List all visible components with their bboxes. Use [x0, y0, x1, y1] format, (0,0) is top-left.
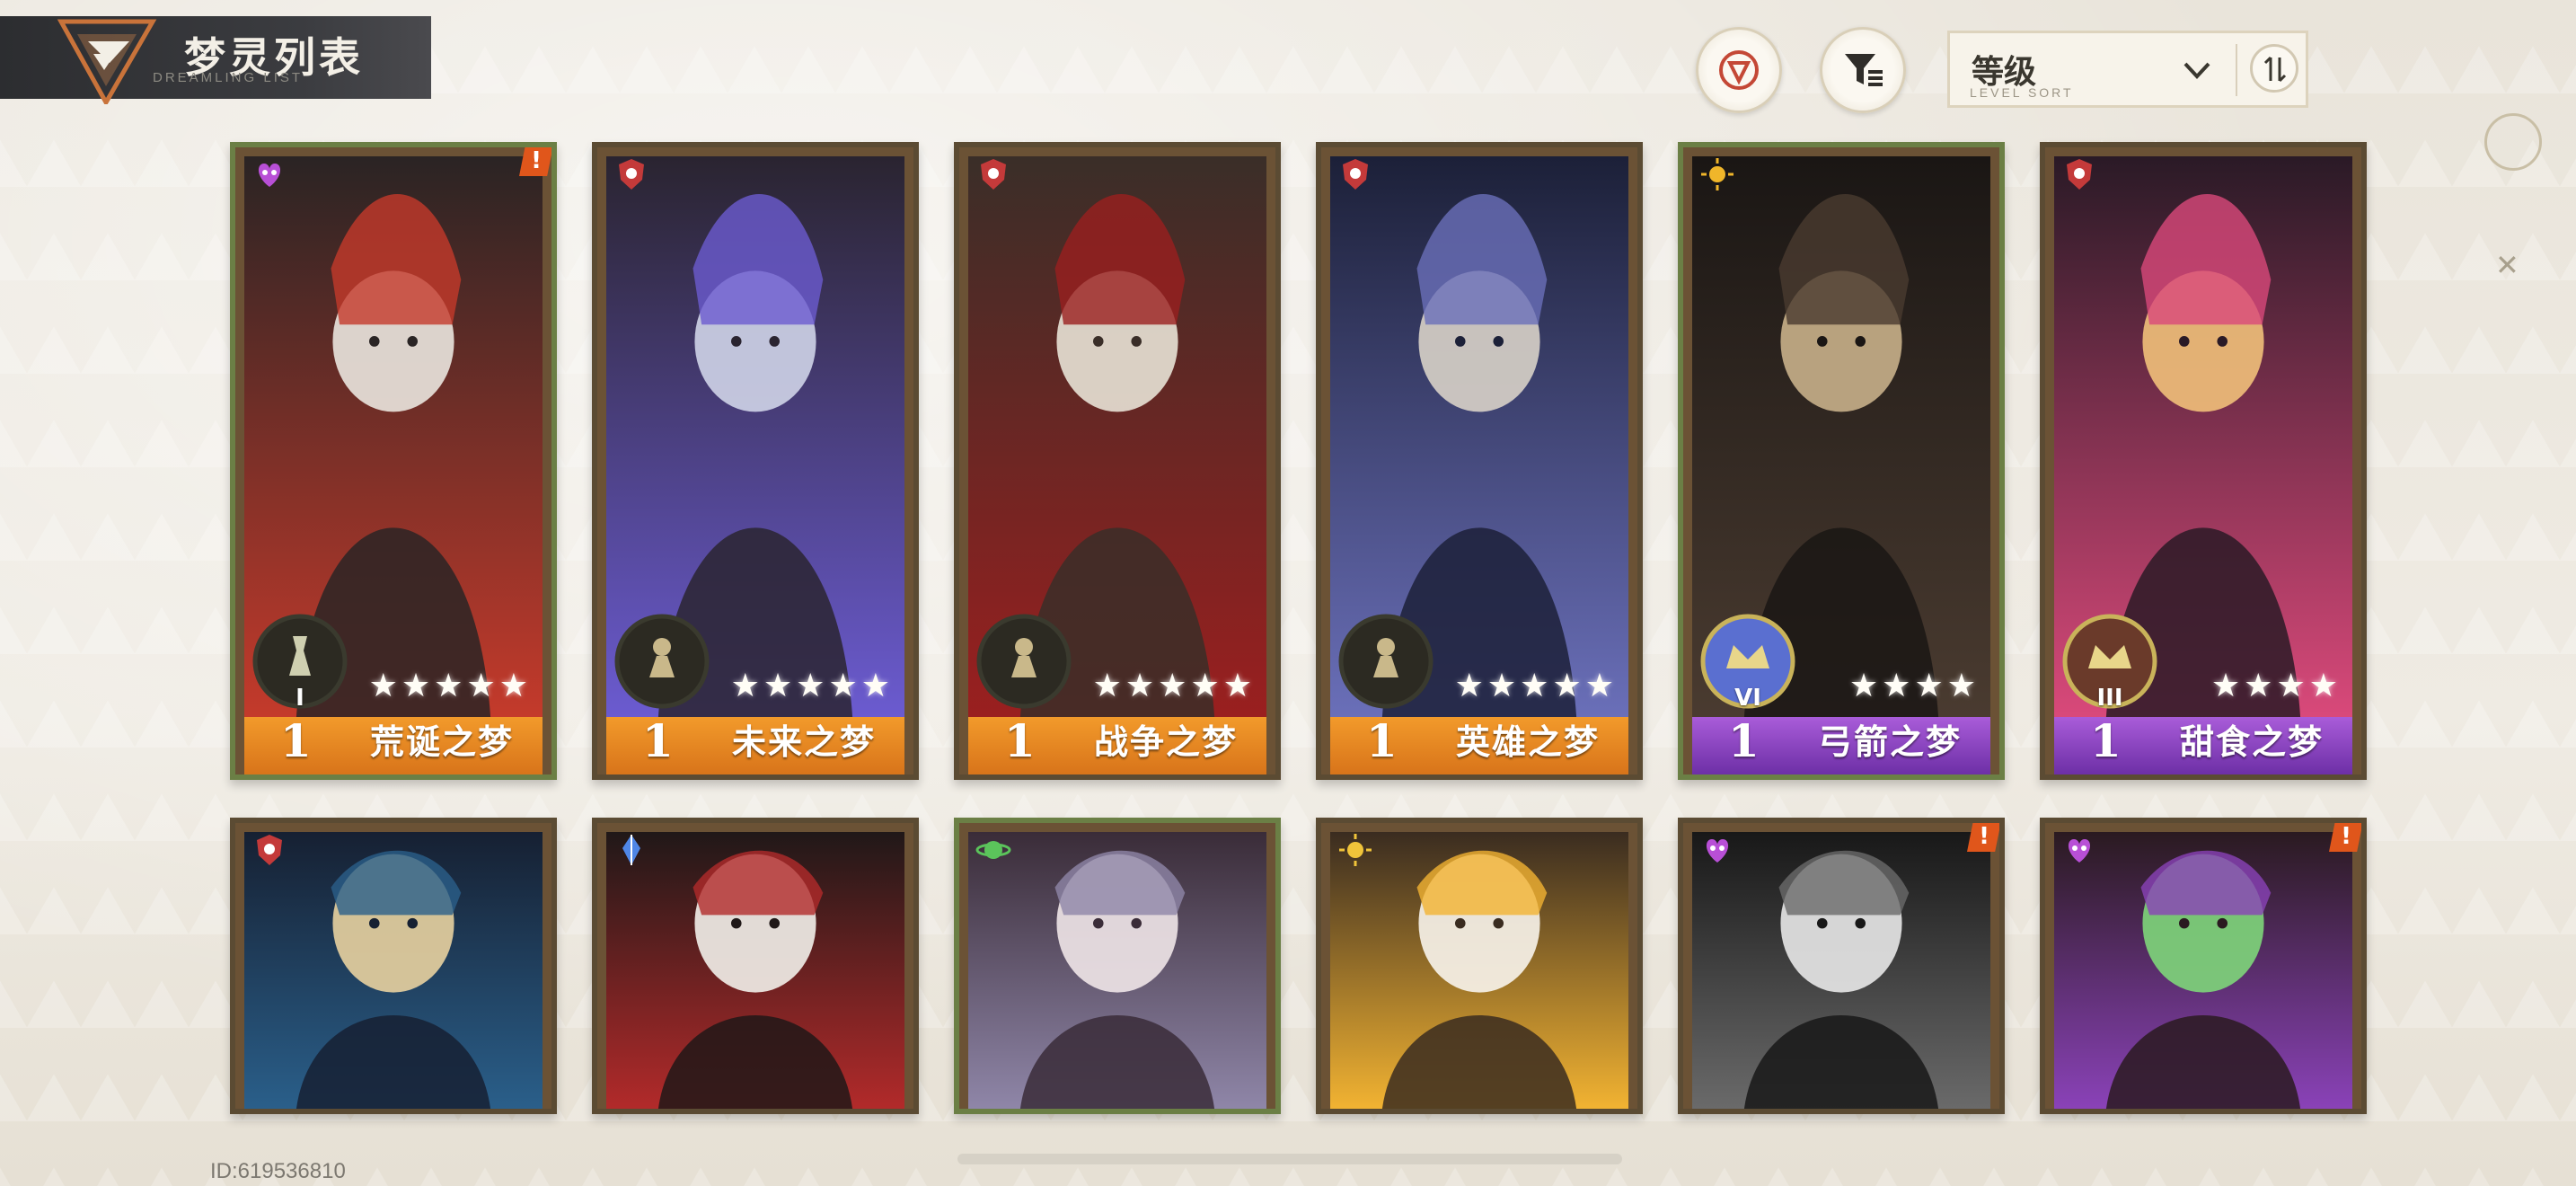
card-nameplate: 1 荒诞之梦: [244, 714, 543, 774]
character-portrait: [968, 832, 1266, 1109]
decorative-cross-icon: ✕: [2495, 248, 2519, 282]
card-art: [244, 832, 543, 1109]
rank-emblem-icon: [976, 614, 1072, 709]
card-art: [606, 832, 904, 1109]
dreamling-card[interactable]: ★★★★★ 1 战争之梦: [954, 142, 1281, 780]
star-rating: ★★★★: [1848, 668, 1980, 704]
character-portrait: [2054, 832, 2352, 1109]
star-rating: ★★★★: [2210, 668, 2342, 704]
character-portrait: [244, 832, 543, 1109]
rank-emblem: I: [251, 613, 348, 712]
star-rating: ★★★★★: [1454, 668, 1618, 704]
dreamling-card[interactable]: ! I ★★★★★ 1 荒诞之梦: [230, 142, 557, 780]
rank-numeral: I: [296, 685, 304, 712]
rank-emblem-icon: [1338, 614, 1434, 709]
dreamling-card[interactable]: [592, 818, 919, 1114]
sun-icon: [1339, 834, 1372, 866]
card-level: 1: [642, 714, 674, 767]
dreamling-card[interactable]: !: [2040, 818, 2367, 1114]
dreamling-card[interactable]: !: [1678, 818, 2005, 1114]
sort-dropdown[interactable]: 等级 LEVEL SORT: [1947, 31, 2308, 108]
dreamling-logo-icon: [57, 19, 157, 104]
card-art: [2054, 832, 2352, 1109]
rank-emblem: [975, 613, 1072, 710]
character-portrait: [1692, 832, 1990, 1109]
alert-badge: !: [1967, 823, 1999, 852]
character-portrait: [606, 832, 904, 1109]
card-name: 弓箭之梦: [1818, 721, 1963, 762]
heart-mask-icon: [258, 164, 281, 187]
dreamling-card[interactable]: ★★★★★ 1 英雄之梦: [1316, 142, 1643, 780]
page-subtitle: DREAMLING LIST: [153, 70, 304, 85]
sort-order-icon: [2263, 56, 2287, 83]
card-name: 甜食之梦: [2180, 721, 2325, 762]
star-rating: ★★★★★: [368, 668, 532, 704]
funnel-filter-button[interactable]: [1820, 27, 1906, 113]
card-name: 荒诞之梦: [370, 721, 515, 762]
planet-icon: [975, 841, 1011, 859]
faction-filter-button[interactable]: [1696, 27, 1782, 113]
user-id: ID:619536810: [210, 1159, 346, 1183]
card-level: 1: [1004, 714, 1036, 767]
alert-badge: !: [2329, 823, 2361, 852]
sort-order-button[interactable]: [2250, 44, 2298, 93]
rank-emblem: [1337, 613, 1434, 710]
alert-badge: !: [519, 147, 551, 176]
dreamling-card[interactable]: VI ★★★★ 1 弓箭之梦: [1678, 142, 2005, 780]
shield-icon: [619, 159, 644, 190]
rank-emblem: [613, 613, 710, 710]
dreamling-card[interactable]: ★★★★★ 1 未来之梦: [592, 142, 919, 780]
card-art: [968, 832, 1266, 1109]
dreamling-card[interactable]: [1316, 818, 1643, 1114]
card-nameplate: 1 弓箭之梦: [1692, 714, 1990, 774]
heart-mask-icon: [2068, 839, 2091, 863]
rank-numeral: III: [2096, 685, 2123, 712]
crystal-icon: [622, 835, 640, 865]
card-nameplate: 1 未来之梦: [606, 714, 904, 774]
character-portrait: [1330, 832, 1628, 1109]
sort-divider: [2236, 44, 2237, 96]
card-level: 1: [2090, 714, 2122, 767]
card-art: [1692, 832, 1990, 1109]
rank-emblem-icon: [614, 614, 710, 709]
card-nameplate: 1 战争之梦: [968, 714, 1266, 774]
sun-orb-icon: [1701, 158, 1734, 190]
funnel-filter-icon: [1845, 54, 1883, 86]
card-level: 1: [280, 714, 312, 767]
card-nameplate: 1 英雄之梦: [1330, 714, 1628, 774]
star-rating: ★★★★★: [1092, 668, 1256, 704]
card-nameplate: 1 甜食之梦: [2054, 714, 2352, 774]
card-name: 英雄之梦: [1456, 721, 1601, 762]
dreamling-card[interactable]: III ★★★★ 1 甜食之梦: [2040, 142, 2367, 780]
decorative-ring-icon: [2484, 113, 2542, 171]
dreamling-card[interactable]: [954, 818, 1281, 1114]
chevron-down-icon: [2183, 62, 2210, 79]
shield-icon: [2067, 159, 2092, 190]
faction-filter-icon: [1719, 50, 1759, 90]
card-name: 未来之梦: [732, 721, 877, 762]
card-name: 战争之梦: [1094, 721, 1239, 762]
sort-dropdown-sublabel: LEVEL SORT: [1970, 85, 2074, 100]
horizontal-scrollbar[interactable]: [957, 1154, 1622, 1164]
card-level: 1: [1366, 714, 1398, 767]
shield-icon: [981, 159, 1006, 190]
star-rating: ★★★★★: [730, 668, 894, 704]
heart-mask-icon: [1706, 839, 1729, 863]
rank-emblem: III: [2061, 613, 2158, 712]
rank-emblem: VI: [1699, 613, 1796, 712]
shield-icon: [1343, 159, 1368, 190]
card-level: 1: [1728, 714, 1760, 767]
shield-icon: [257, 835, 282, 865]
rank-numeral: VI: [1734, 685, 1761, 712]
card-art: [1330, 832, 1628, 1109]
dreamling-card[interactable]: [230, 818, 557, 1114]
